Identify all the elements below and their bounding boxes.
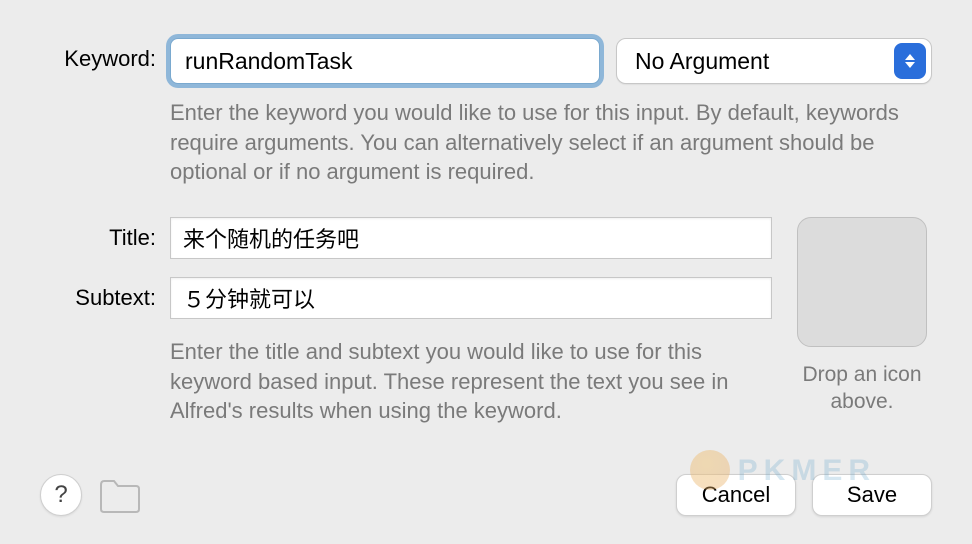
keyword-help-text: Enter the keyword you would like to use … xyxy=(170,98,932,187)
keyword-label: Keyword: xyxy=(40,38,170,72)
argument-select[interactable]: No Argument xyxy=(616,38,932,84)
title-input[interactable] xyxy=(170,217,772,259)
help-icon: ? xyxy=(54,481,67,509)
subtext-label: Subtext: xyxy=(40,285,170,311)
icon-drop-zone[interactable] xyxy=(797,217,927,347)
cancel-button[interactable]: Cancel xyxy=(676,474,796,516)
keyword-input[interactable] xyxy=(170,38,600,84)
argument-select-value: No Argument xyxy=(635,48,769,75)
help-button[interactable]: ? xyxy=(40,474,82,516)
subtext-input[interactable] xyxy=(170,277,772,319)
title-help-text: Enter the title and subtext you would li… xyxy=(170,337,772,426)
folder-icon[interactable] xyxy=(98,477,142,513)
updown-icon xyxy=(894,43,926,79)
save-button[interactable]: Save xyxy=(812,474,932,516)
title-label: Title: xyxy=(40,225,170,251)
icon-drop-label: Drop an icon above. xyxy=(792,361,932,416)
